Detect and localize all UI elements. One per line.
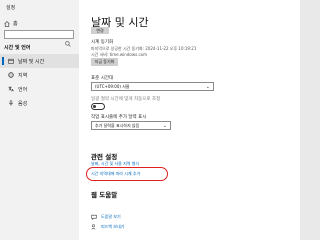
- dst-toggle[interactable]: [91, 103, 105, 110]
- window-title: 설정: [6, 5, 16, 11]
- microphone-icon: [8, 100, 14, 106]
- sync-label: 시계 동기화: [91, 40, 114, 45]
- globe-icon: [8, 72, 14, 78]
- get-help-label: 도움말 보기: [101, 214, 121, 219]
- sidebar-item-label: 언어: [18, 86, 28, 93]
- sidebar-nav: 날짜 및 시간 지역 언어 음성: [0, 54, 79, 110]
- extra-calendar-label: 작업 표시줄에 추가 달력 표시: [91, 115, 147, 120]
- timezone-label: 표준 시간대: [91, 76, 114, 81]
- sidebar-item-region[interactable]: 지역: [0, 68, 79, 82]
- calendar-icon: [8, 58, 14, 64]
- chevron-down-icon: ⌄: [162, 123, 167, 129]
- timezone-value: (UTC+09:00) 서울: [95, 83, 130, 89]
- sidebar-item-label: 음성: [18, 100, 28, 107]
- change-button[interactable]: 변경: [91, 27, 109, 34]
- add-clocks-link[interactable]: 시간 지역대에 따라 시계 추가: [91, 171, 140, 177]
- timezone-select[interactable]: (UTC+09:00) 서울 ⌄: [91, 82, 214, 91]
- search-input[interactable]: [7, 31, 65, 38]
- main-content: 날짜 및 시간 변경 시계 동기화 마지막으로 성공한 시간 동기화: 2024…: [79, 0, 300, 240]
- feedback-icon: [91, 224, 97, 230]
- sync-now-button[interactable]: 지금 동기화: [91, 58, 118, 66]
- get-help-link[interactable]: 도움말 보기: [91, 214, 121, 221]
- send-feedback-label: 피드백 보내기: [101, 224, 125, 229]
- sidebar-item-label: 지역: [18, 72, 28, 79]
- search-icon[interactable]: [65, 32, 71, 47]
- dst-label: 일광 절약 시간에 맞게 자동으로 조정: [91, 97, 161, 102]
- sidebar-home[interactable]: 홈: [4, 20, 18, 27]
- home-icon: [4, 20, 10, 27]
- help-icon: [91, 214, 97, 221]
- chevron-down-icon: ⌄: [205, 84, 210, 90]
- sidebar-section-title: 시간 및 언어: [4, 45, 31, 51]
- sidebar: 홈 시간 및 언어 날짜 및 시간 지역 언어 음성: [0, 0, 79, 240]
- settings-window: 홈 시간 및 언어 날짜 및 시간 지역 언어 음성 설정 날짜 및 시간 변경…: [0, 0, 300, 240]
- search-box[interactable]: [4, 30, 74, 47]
- web-help-title: 웹 도움말: [91, 191, 118, 199]
- sidebar-item-language[interactable]: 언어: [0, 82, 79, 96]
- sidebar-item-speech[interactable]: 음성: [0, 96, 79, 110]
- sync-info-server: 시간 서버: time.windows.com: [91, 51, 147, 57]
- language-icon: [8, 86, 14, 92]
- send-feedback-link[interactable]: 피드백 보내기: [91, 224, 124, 230]
- related-settings-title: 관련 설정: [91, 153, 118, 161]
- home-label: 홈: [13, 21, 18, 27]
- sidebar-item-date-time[interactable]: 날짜 및 시간: [0, 54, 79, 68]
- extra-calendar-select[interactable]: 추가 달력을 표시하지 않음 ⌄: [91, 121, 171, 130]
- extra-calendar-value: 추가 달력을 표시하지 않음: [95, 122, 140, 128]
- sidebar-item-label: 날짜 및 시간: [18, 58, 45, 65]
